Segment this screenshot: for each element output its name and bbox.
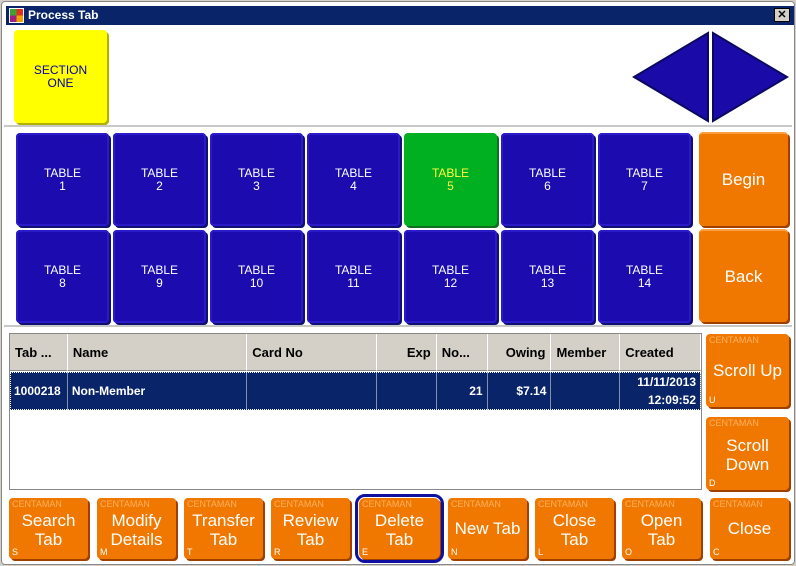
review-tab-button[interactable]: CENTAMAN Review Tab R	[271, 498, 350, 559]
list-header: Tab ... Name Card No Exp No... Owing Member Cre…	[10, 334, 702, 371]
brand-label: CENTAMAN	[709, 335, 759, 345]
table-button-7[interactable]: TABLE 7	[598, 133, 691, 226]
modify-details-button[interactable]: CENTAMAN Modify Details M	[97, 498, 176, 559]
column-header[interactable]: Tab ...	[10, 334, 68, 371]
button-label: Open Tab	[640, 510, 683, 549]
button-label: Search Tab	[21, 510, 76, 549]
button-label: Scroll Up	[713, 360, 782, 380]
window-title: Process Tab	[28, 8, 99, 22]
open-tab-button[interactable]: CENTAMAN Open Tab O	[622, 498, 701, 559]
delete-tab-button[interactable]: CENTAMAN Delete Tab E	[355, 494, 444, 563]
table-cell: 11/11/2013 12:09:52	[620, 372, 701, 410]
column-header[interactable]: Name	[67, 334, 248, 371]
transfer-tab-button[interactable]: CENTAMAN Transfer Tab T	[184, 498, 263, 559]
shortcut-key: S	[12, 547, 19, 557]
previous-arrow-icon[interactable]	[632, 31, 709, 123]
brand-label: CENTAMAN	[625, 499, 675, 509]
button-label: Close Tab	[552, 510, 597, 549]
scroll-down-button[interactable]: CENTAMAN Scroll Down D	[706, 417, 789, 490]
table-cell	[247, 372, 377, 410]
table-cell: Non-Member	[68, 372, 248, 410]
table-button-1[interactable]: TABLE 1	[16, 133, 109, 226]
brand-label: CENTAMAN	[187, 499, 237, 509]
table-button-8[interactable]: TABLE 8	[16, 230, 109, 323]
brand-label: CENTAMAN	[362, 499, 412, 509]
table-button-3[interactable]: TABLE 3	[210, 133, 303, 226]
divider	[4, 325, 792, 327]
section-one-button[interactable]: SECTION ONE	[14, 30, 107, 123]
table-button-2[interactable]: TABLE 2	[113, 133, 206, 226]
brand-label: CENTAMAN	[713, 499, 763, 509]
shortcut-key: O	[625, 547, 633, 557]
table-cell: $7.14	[488, 372, 552, 410]
new-tab-button[interactable]: CENTAMAN New Tab N	[448, 498, 527, 559]
button-label: Modify Details	[110, 510, 163, 549]
button-label: Scroll Down	[725, 435, 770, 474]
table-button-14[interactable]: TABLE 14	[598, 230, 691, 323]
column-header[interactable]: Exp	[376, 334, 437, 371]
table-button-12[interactable]: TABLE 12	[404, 230, 497, 323]
next-arrow-icon[interactable]	[712, 31, 789, 123]
brand-label: CENTAMAN	[709, 418, 759, 428]
column-header[interactable]: No...	[436, 334, 488, 371]
column-header[interactable]: Card No	[247, 334, 377, 371]
table-cell: 1000218	[10, 372, 68, 410]
tab-list: Tab ... Name Card No Exp No... Owing Member Cre…	[9, 333, 702, 490]
column-header[interactable]: Owing	[487, 334, 552, 371]
close-tab-button[interactable]: CENTAMAN Close Tab L	[535, 498, 614, 559]
begin-button[interactable]: Begin	[699, 132, 788, 226]
title-bar: Process Tab ✕	[6, 6, 794, 25]
table-button-5[interactable]: TABLE 5	[404, 133, 497, 226]
button-label: Transfer Tab	[192, 510, 255, 549]
button-label: Review Tab	[282, 510, 339, 549]
shortcut-key: L	[538, 547, 544, 557]
table-button-13[interactable]: TABLE 13	[501, 230, 594, 323]
button-label: Delete Tab	[374, 510, 425, 549]
table-button-9[interactable]: TABLE 9	[113, 230, 206, 323]
brand-label: CENTAMAN	[538, 499, 588, 509]
close-window-button[interactable]: ✕	[774, 8, 790, 22]
table-button-10[interactable]: TABLE 10	[210, 230, 303, 323]
shortcut-key: T	[187, 547, 193, 557]
back-button[interactable]: Back	[699, 229, 788, 322]
button-label: New Tab	[454, 518, 521, 538]
brand-label: CENTAMAN	[100, 499, 150, 509]
shortcut-key: E	[362, 547, 369, 557]
shortcut-key: R	[274, 547, 281, 557]
divider	[4, 125, 792, 127]
table-cell	[551, 372, 621, 410]
brand-label: CENTAMAN	[451, 499, 501, 509]
scroll-up-button[interactable]: CENTAMAN Scroll Up U	[706, 334, 789, 407]
button-label: Close	[727, 518, 772, 538]
app-icon	[9, 8, 24, 23]
column-header[interactable]: Member	[551, 334, 621, 371]
close-button[interactable]: CENTAMAN Close C	[710, 498, 789, 559]
table-button-6[interactable]: TABLE 6	[501, 133, 594, 226]
brand-label: CENTAMAN	[12, 499, 62, 509]
column-header[interactable]: Created	[620, 334, 702, 371]
table-button-4[interactable]: TABLE 4	[307, 133, 400, 226]
table-cell: 21	[437, 372, 488, 410]
shortcut-key: C	[713, 547, 720, 557]
shortcut-key: N	[451, 547, 458, 557]
table-button-11[interactable]: TABLE 11	[307, 230, 400, 323]
brand-label: CENTAMAN	[274, 499, 324, 509]
shortcut-key: U	[709, 395, 716, 405]
nav-arrows	[632, 31, 789, 123]
table-cell	[377, 372, 437, 410]
table-row[interactable]: 1000218 Non-Member 21 $7.14 11/11/2013 12:09…	[10, 372, 701, 410]
shortcut-key: D	[709, 478, 716, 488]
search-tab-button[interactable]: CENTAMAN Search Tab S	[9, 498, 88, 559]
shortcut-key: M	[100, 547, 108, 557]
